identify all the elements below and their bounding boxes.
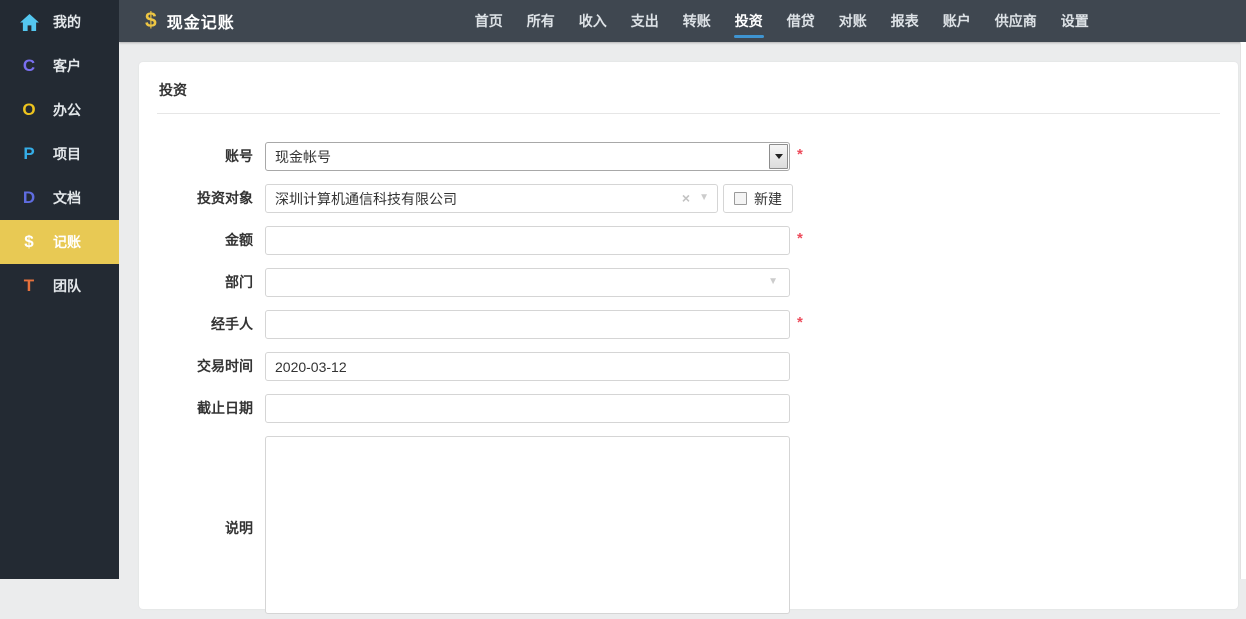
topbar: $ 现金记账 首页 所有 收入 支出 转账 投资 借贷 对账 报表 账户 供应商… (119, 0, 1246, 42)
target-input[interactable] (265, 184, 718, 213)
nav-item-reports[interactable]: 报表 (889, 0, 921, 42)
sidebar-item-documents[interactable]: D 文档 (0, 176, 119, 220)
note-textarea[interactable] (265, 436, 790, 614)
clear-icon[interactable]: × (682, 184, 690, 213)
handler-label: 经手人 (139, 310, 253, 339)
home-icon (17, 14, 41, 31)
sidebar-item-team[interactable]: T 团队 (0, 264, 119, 308)
nav-item-home[interactable]: 首页 (473, 0, 505, 42)
sidebar-item-label: 记账 (53, 232, 81, 252)
handler-input[interactable] (265, 310, 790, 339)
sidebar-item-label: 我的 (53, 12, 81, 32)
account-select[interactable]: 现金帐号 (265, 142, 790, 171)
chevron-down-icon[interactable]: ▼ (768, 268, 778, 296)
chevron-down-icon[interactable]: ▼ (699, 184, 709, 212)
nav-item-accounts[interactable]: 账户 (941, 0, 973, 42)
note-label: 说明 (139, 518, 253, 538)
investment-form-card: 投资 账号 现金帐号 * 投资对象 × ▼ (139, 62, 1238, 609)
nav-item-income[interactable]: 收入 (577, 0, 609, 42)
form-row-deadline: 截止日期 (139, 394, 1238, 423)
department-select-input[interactable] (265, 268, 790, 297)
sidebar: 我的 C 客户 O 办公 P 项目 D 文档 $ 记账 T 团队 (0, 0, 119, 579)
amount-label: 金额 (139, 226, 253, 255)
nav-item-investment[interactable]: 投资 (733, 0, 765, 42)
required-asterisk: * (797, 226, 803, 252)
page-title: 投资 (139, 62, 1238, 113)
sidebar-item-label: 客户 (53, 56, 81, 76)
new-target-label: 新建 (754, 189, 782, 209)
nav-item-suppliers[interactable]: 供应商 (993, 0, 1039, 42)
target-label: 投资对象 (139, 184, 253, 213)
app-brand[interactable]: $ 现金记账 (119, 9, 235, 33)
new-target-checkbox[interactable] (734, 192, 747, 205)
amount-input[interactable] (265, 226, 790, 255)
required-asterisk: * (797, 310, 803, 336)
nav-item-settings[interactable]: 设置 (1059, 0, 1091, 42)
documents-icon: D (17, 188, 41, 208)
account-select-value: 现金帐号 (275, 147, 331, 167)
sidebar-item-office[interactable]: O 办公 (0, 88, 119, 132)
trade-time-input[interactable] (265, 352, 790, 381)
form-row-trade-time: 交易时间 (139, 352, 1238, 381)
scrollbar[interactable] (1240, 42, 1246, 579)
dollar-icon: $ (17, 232, 41, 252)
form-row-amount: 金额 * (139, 226, 1238, 255)
deadline-input[interactable] (265, 394, 790, 423)
customers-icon: C (17, 56, 41, 76)
app-title: 现金记账 (167, 9, 235, 33)
form-row-handler: 经手人 * (139, 310, 1238, 339)
sidebar-item-projects[interactable]: P 项目 (0, 132, 119, 176)
nav-item-transfer[interactable]: 转账 (681, 0, 713, 42)
sidebar-item-customers[interactable]: C 客户 (0, 44, 119, 88)
account-label: 账号 (139, 142, 253, 171)
form-row-note: 说明 (139, 436, 1238, 619)
dollar-logo-icon: $ (145, 9, 157, 33)
sidebar-item-label: 项目 (53, 144, 81, 164)
caret-down-icon (775, 154, 783, 159)
new-target-checkbox-box[interactable]: 新建 (723, 184, 793, 213)
sidebar-item-label: 办公 (53, 100, 81, 120)
nav-item-reconcile[interactable]: 对账 (837, 0, 869, 42)
select-dropdown-button[interactable] (769, 144, 788, 169)
top-nav: 首页 所有 收入 支出 转账 投资 借贷 对账 报表 账户 供应商 设置 (473, 0, 1091, 42)
form-row-target: 投资对象 × ▼ 新建 (139, 184, 1238, 213)
nav-item-expense[interactable]: 支出 (629, 0, 661, 42)
form-row-account: 账号 现金帐号 * (139, 142, 1238, 171)
deadline-label: 截止日期 (139, 394, 253, 423)
department-label: 部门 (139, 268, 253, 297)
required-asterisk: * (797, 142, 803, 168)
sidebar-item-accounting[interactable]: $ 记账 (0, 220, 119, 264)
active-tab-underline (734, 35, 764, 38)
form-row-department: 部门 ▼ (139, 268, 1238, 297)
investment-form: 账号 现金帐号 * 投资对象 × ▼ (139, 114, 1238, 619)
sidebar-item-my[interactable]: 我的 (0, 0, 119, 44)
nav-item-all[interactable]: 所有 (525, 0, 557, 42)
projects-icon: P (17, 144, 41, 164)
sidebar-item-label: 团队 (53, 276, 81, 296)
trade-time-label: 交易时间 (139, 352, 253, 381)
team-icon: T (17, 276, 41, 296)
nav-item-loan[interactable]: 借贷 (785, 0, 817, 42)
page-background: 投资 账号 现金帐号 * 投资对象 × ▼ (119, 42, 1246, 579)
office-icon: O (17, 100, 41, 120)
sidebar-item-label: 文档 (53, 188, 81, 208)
